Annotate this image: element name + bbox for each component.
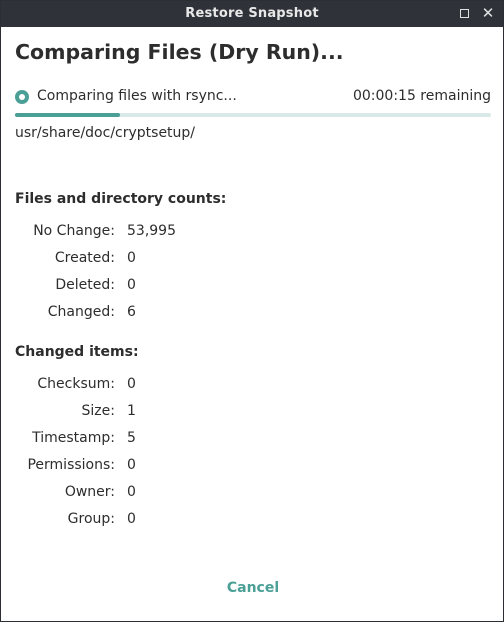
progress-bar-fill bbox=[15, 113, 120, 117]
stat-value: 0 bbox=[127, 376, 136, 392]
maximize-icon[interactable] bbox=[460, 9, 469, 18]
stat-row: Checksum: 0 bbox=[1, 376, 301, 396]
stat-label: Created: bbox=[54, 250, 115, 266]
stat-label: Size: bbox=[81, 403, 115, 419]
stat-row: Deleted: 0 bbox=[1, 277, 301, 297]
cancel-button[interactable]: Cancel bbox=[203, 575, 303, 601]
spinner-icon bbox=[15, 90, 29, 104]
stat-value: 5 bbox=[127, 430, 136, 446]
stat-label: Deleted: bbox=[55, 277, 115, 293]
stat-label: Checksum: bbox=[37, 376, 115, 392]
stat-label: Changed: bbox=[47, 304, 115, 320]
status-row: Comparing files with rsync... 00:00:15 r… bbox=[15, 87, 491, 107]
status-text: Comparing files with rsync... bbox=[37, 88, 237, 104]
window-title: Restore Snapshot bbox=[185, 6, 319, 21]
progress-bar bbox=[15, 113, 491, 117]
stat-label: No Change: bbox=[33, 223, 115, 239]
close-icon[interactable]: ✕ bbox=[481, 6, 495, 21]
stat-value: 53,995 bbox=[127, 223, 176, 239]
page-title: Comparing Files (Dry Run)... bbox=[15, 40, 344, 64]
current-file-path: usr/share/doc/cryptsetup/ bbox=[15, 125, 196, 141]
stat-value: 0 bbox=[127, 484, 136, 500]
stat-value: 1 bbox=[127, 403, 136, 419]
stat-value: 0 bbox=[127, 511, 136, 527]
stat-value: 0 bbox=[127, 250, 136, 266]
stat-row: Owner: 0 bbox=[1, 484, 301, 504]
stat-label: Permissions: bbox=[27, 457, 115, 473]
stat-value: 0 bbox=[127, 277, 136, 293]
changed-items-section-title: Changed items: bbox=[15, 344, 139, 360]
restore-snapshot-dialog: Restore Snapshot ✕ Comparing Files (Dry … bbox=[0, 0, 504, 622]
title-bar[interactable]: Restore Snapshot ✕ bbox=[1, 1, 503, 27]
stat-row: Permissions: 0 bbox=[1, 457, 301, 477]
stat-label: Owner: bbox=[64, 484, 115, 500]
counts-section-title: Files and directory counts: bbox=[15, 191, 227, 207]
time-remaining: 00:00:15 remaining bbox=[352, 88, 491, 104]
stat-row: Group: 0 bbox=[1, 511, 301, 531]
stat-row: Created: 0 bbox=[1, 250, 301, 270]
stat-value: 6 bbox=[127, 304, 136, 320]
stat-label: Timestamp: bbox=[32, 430, 115, 446]
stat-row: Size: 1 bbox=[1, 403, 301, 423]
stat-row: Timestamp: 5 bbox=[1, 430, 301, 450]
stat-row: No Change: 53,995 bbox=[1, 223, 301, 243]
stat-label: Group: bbox=[67, 511, 115, 527]
stat-value: 0 bbox=[127, 457, 136, 473]
stat-row: Changed: 6 bbox=[1, 304, 301, 324]
